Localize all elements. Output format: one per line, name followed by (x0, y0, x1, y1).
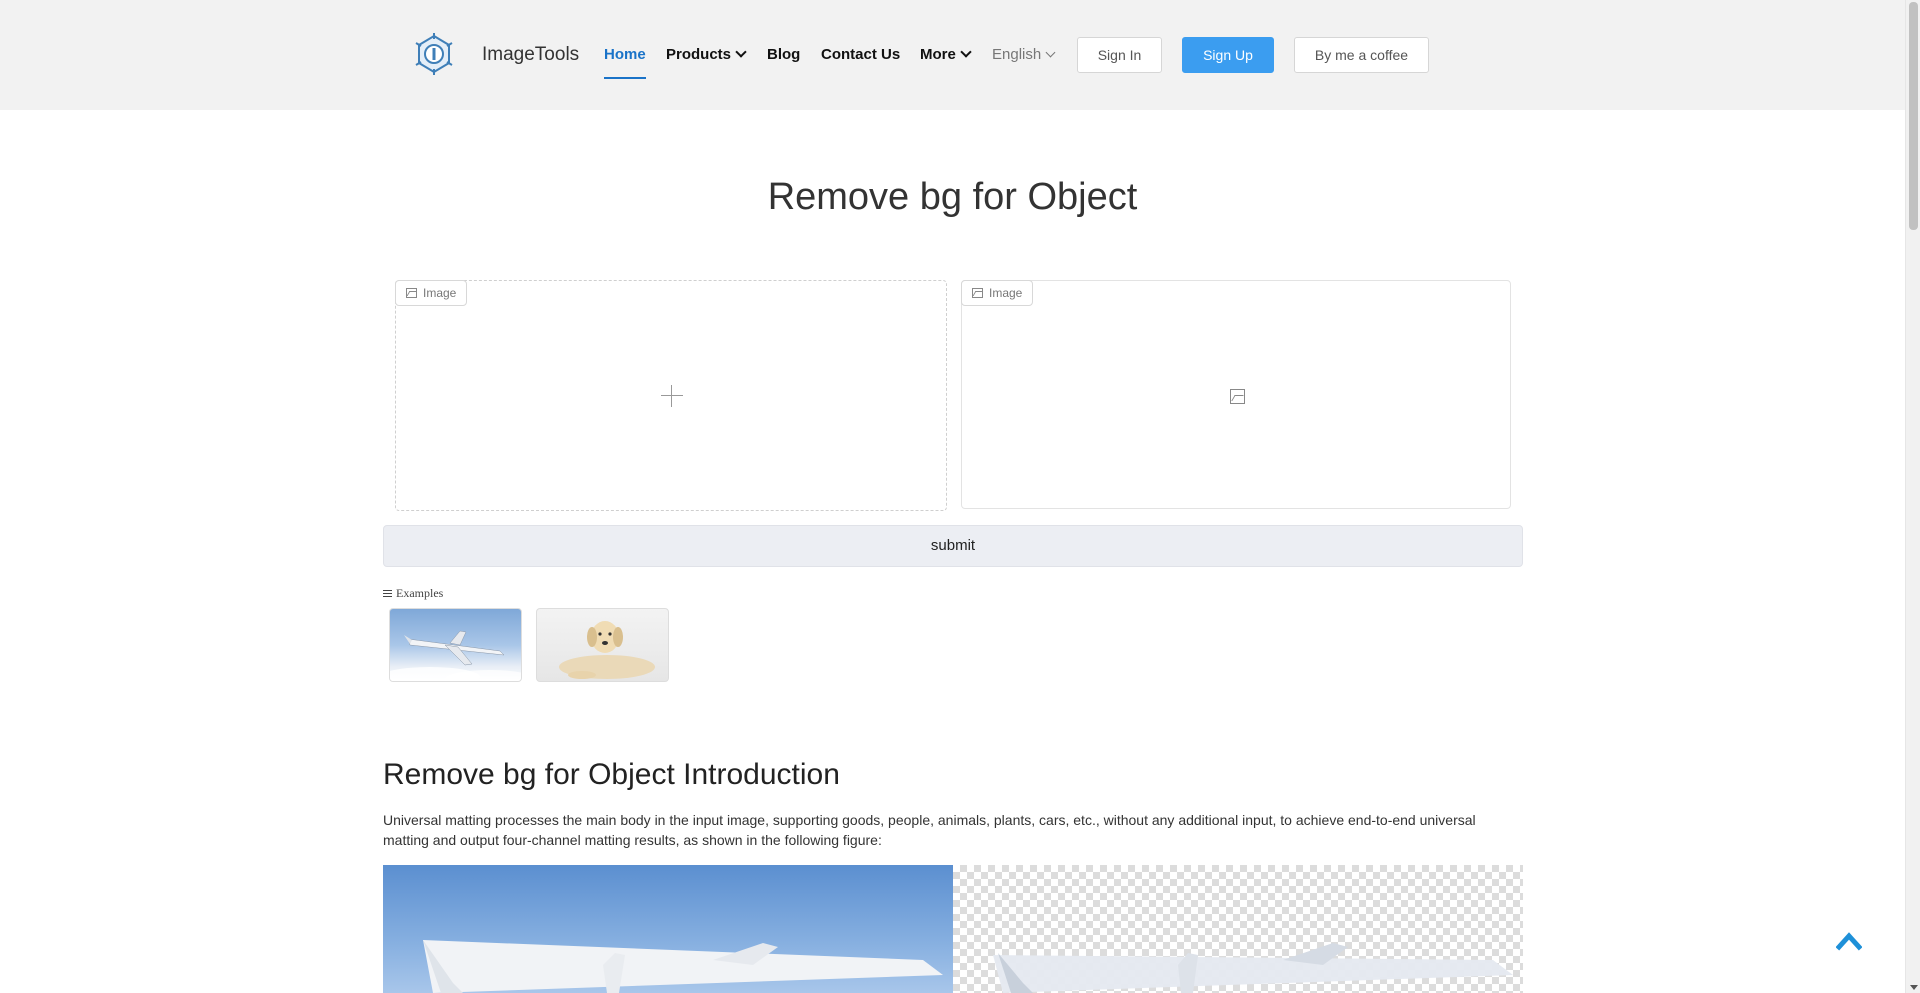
examples-header: Examples (383, 586, 443, 601)
nav-contact[interactable]: Contact Us (821, 46, 900, 63)
menu-icon (383, 590, 392, 597)
intro-text: Universal matting processes the main bod… (383, 812, 1476, 848)
page-title: Remove bg for Object (767, 176, 1138, 218)
nav-more-label: More (920, 46, 956, 63)
nav-blog[interactable]: Blog (767, 46, 800, 63)
plus-icon[interactable] (661, 385, 683, 407)
nav-active-indicator (604, 77, 646, 79)
chevron-down-icon (735, 46, 747, 58)
examples-label: Examples (396, 586, 444, 600)
airplane-thumbnail (390, 630, 521, 681)
submit-button[interactable]: submit (383, 525, 1523, 567)
input-image-tag-label: Image (423, 286, 457, 300)
figure-matting-result (953, 865, 1523, 993)
output-image-tag: Image (961, 280, 1034, 306)
scrollbar-thumb[interactable] (1909, 2, 1918, 230)
brand-name[interactable]: ImageTools (482, 44, 579, 66)
image-placeholder-icon (1230, 389, 1245, 404)
image-icon (972, 288, 983, 298)
nav-products[interactable]: Products (666, 46, 747, 63)
scrollbar[interactable] (1905, 0, 1920, 993)
scroll-down-arrow-icon[interactable] (1910, 985, 1918, 990)
back-to-top-icon[interactable] (1836, 929, 1862, 951)
chevron-down-icon (1045, 47, 1056, 58)
buy-coffee-button[interactable]: By me a coffee (1294, 37, 1429, 73)
output-image-tag-label: Image (989, 286, 1023, 300)
figure-original-image (383, 865, 953, 993)
dog-thumbnail (559, 621, 655, 679)
input-image-tag: Image (395, 280, 468, 306)
example-airplane[interactable] (389, 608, 522, 682)
image-icon (406, 288, 417, 298)
image-output-panel: Image (961, 280, 1511, 509)
nav-more[interactable]: More (920, 46, 972, 63)
nav-products-label: Products (666, 46, 732, 63)
example-dog[interactable] (536, 608, 669, 682)
language-selector[interactable]: English (992, 46, 1056, 63)
chevron-down-icon (960, 46, 972, 58)
sign-in-button[interactable]: Sign In (1077, 37, 1162, 73)
language-label: English (992, 46, 1042, 63)
intro-title: Remove bg for Object Introduction (383, 758, 840, 791)
site-header: ImageTools Home Products Blog Contact Us… (0, 0, 1905, 110)
airplane-original (423, 940, 943, 993)
logo-icon[interactable] (414, 33, 454, 75)
sign-up-button[interactable]: Sign Up (1182, 37, 1274, 73)
image-upload-dropzone[interactable]: Image (395, 280, 947, 511)
airplane-cutout (993, 943, 1513, 993)
nav-home[interactable]: Home (604, 46, 646, 63)
